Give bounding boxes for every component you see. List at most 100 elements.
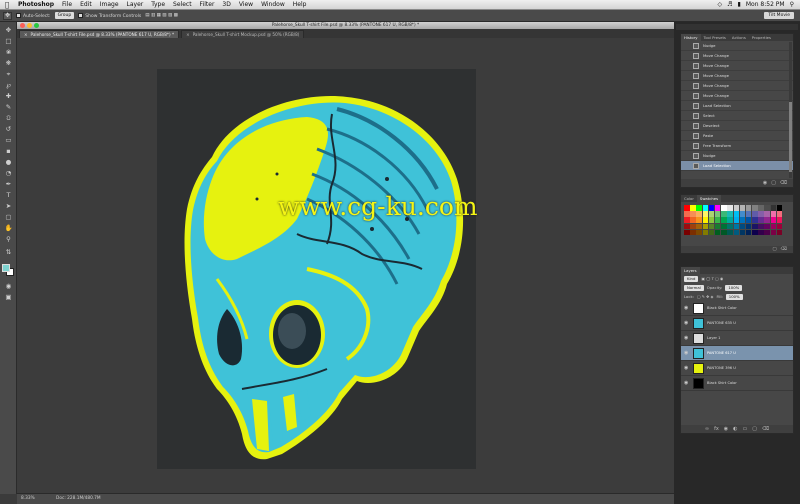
menu-image[interactable]: Image	[96, 0, 123, 10]
eyedropper-tool-icon[interactable]: ℘	[3, 81, 14, 89]
layer-name[interactable]: Black Shirt Color	[707, 306, 737, 310]
quick-select-tool-icon[interactable]: ❋	[3, 59, 14, 67]
fill-field[interactable]: 100%	[725, 293, 743, 300]
align-icons[interactable]: ▤ ▥ ▦ ▧ ▨ ▩	[145, 13, 178, 18]
color-swatch[interactable]	[727, 229, 733, 236]
layer-thumbnail[interactable]	[693, 318, 704, 329]
tab-skull-mockup[interactable]: × Palehorse_Skull T-shirt Mockup.psd @ 50…	[181, 30, 305, 38]
brush-tool-icon[interactable]: ✎	[3, 103, 14, 111]
color-swatch[interactable]	[696, 205, 702, 211]
color-swatch[interactable]	[770, 205, 777, 211]
wifi-icon[interactable]: ◇	[718, 1, 723, 8]
lasso-tool-icon[interactable]: ❀	[3, 48, 14, 56]
color-swatch[interactable]	[708, 217, 715, 223]
color-swatch[interactable]	[739, 223, 746, 230]
crop-tool-icon[interactable]: ⌖	[3, 70, 14, 78]
history-item[interactable]: Load Selection	[681, 101, 793, 111]
color-swatch[interactable]	[721, 223, 727, 230]
color-swatch[interactable]	[702, 217, 709, 223]
menu-3d[interactable]: 3D	[218, 0, 234, 10]
history-brush-tool-icon[interactable]: ↺	[3, 125, 14, 133]
color-swatch[interactable]	[745, 211, 752, 217]
blur-tool-icon[interactable]: ●	[3, 158, 14, 166]
spotlight-icon[interactable]: ⚲	[790, 1, 794, 8]
doc-size[interactable]: Doc: 228.1M/480.7M	[56, 496, 101, 501]
color-swatch[interactable]	[733, 217, 739, 223]
color-swatch[interactable]	[696, 217, 702, 223]
adjustment-icon[interactable]: ◐	[733, 426, 737, 432]
new-layer-icon[interactable]: ▢	[752, 426, 757, 432]
gradient-tool-icon[interactable]: ▪	[3, 147, 14, 155]
color-swatch[interactable]	[708, 229, 715, 236]
color-swatch[interactable]	[733, 223, 739, 230]
fx-icon[interactable]: fx	[714, 426, 719, 432]
layer-thumbnail[interactable]	[693, 303, 704, 314]
tab-layers[interactable]: Layers	[681, 267, 700, 274]
path-select-tool-icon[interactable]: ➤	[3, 202, 14, 210]
color-swatch[interactable]	[702, 223, 709, 230]
layer-name[interactable]: Black Shirt Color	[707, 381, 737, 385]
layer-row[interactable]: ◉ PANTONE 617 U	[681, 346, 793, 361]
color-swatch[interactable]	[739, 217, 746, 223]
history-item[interactable]: Load Selection	[681, 161, 793, 171]
menu-filter[interactable]: Filter	[196, 0, 219, 10]
color-swatch[interactable]	[727, 217, 733, 223]
move-tool-icon[interactable]: ✥	[3, 26, 14, 34]
tab-color[interactable]: Color	[681, 195, 697, 202]
color-swatch[interactable]	[752, 223, 758, 230]
close-tab-icon[interactable]: ×	[186, 32, 190, 37]
apple-icon[interactable]: 	[0, 1, 14, 9]
history-item[interactable]: Nudge	[681, 41, 793, 51]
minimize-window-icon[interactable]	[27, 23, 32, 28]
visibility-eye-icon[interactable]: ◉	[684, 336, 688, 341]
visibility-eye-icon[interactable]: ◉	[684, 381, 688, 386]
color-swatch[interactable]	[708, 205, 715, 211]
color-swatch[interactable]	[727, 223, 733, 230]
color-swatch[interactable]	[776, 229, 783, 236]
color-swatch[interactable]	[721, 229, 727, 236]
color-swatch[interactable]	[770, 217, 777, 223]
color-swatch[interactable]	[727, 211, 733, 217]
trash-icon[interactable]: ⌫	[762, 426, 769, 432]
new-document-icon[interactable]: ▢	[771, 180, 776, 186]
history-item[interactable]: Select	[681, 111, 793, 121]
history-item[interactable]: Paste	[681, 131, 793, 141]
menu-help[interactable]: Help	[289, 0, 311, 10]
color-swatch[interactable]	[739, 205, 746, 211]
menu-clock[interactable]: Mon 8:52 PM	[746, 1, 785, 8]
shape-tool-icon[interactable]: ▢	[3, 213, 14, 221]
battery-icon[interactable]: ▮	[738, 1, 741, 8]
color-swatch[interactable]	[739, 211, 746, 217]
screen-mode-icon[interactable]: ▣	[3, 293, 14, 301]
tab-tool-presets[interactable]: Tool Presets	[701, 34, 729, 41]
auto-select-checkbox[interactable]: Auto-Select:	[16, 12, 51, 19]
scroll-thumb[interactable]	[789, 102, 792, 172]
color-swatch[interactable]	[745, 229, 752, 236]
color-swatch[interactable]	[714, 211, 721, 217]
color-swatch[interactable]	[758, 211, 764, 217]
color-swatch[interactable]	[696, 211, 702, 217]
lock-icons[interactable]: ▢ ✎ ✥ ◈	[697, 294, 714, 299]
color-swatch[interactable]	[708, 211, 715, 217]
layer-thumbnail[interactable]	[693, 363, 704, 374]
color-swatch[interactable]	[696, 229, 702, 236]
color-swatch[interactable]	[684, 211, 690, 217]
tab-properties[interactable]: Properties	[749, 34, 774, 41]
dock-collapse-bar[interactable]	[676, 24, 798, 30]
color-swatch[interactable]	[752, 217, 758, 223]
new-swatch-icon[interactable]: ▢	[772, 247, 776, 252]
history-item[interactable]: Move Change	[681, 61, 793, 71]
trash-icon[interactable]: ⌫	[781, 247, 787, 252]
color-swatch[interactable]	[764, 211, 770, 217]
link-icon[interactable]: ∞	[705, 426, 709, 432]
artboard[interactable]	[157, 69, 476, 469]
color-swatch[interactable]	[745, 217, 752, 223]
color-swatch[interactable]	[739, 229, 746, 236]
color-swatch[interactable]	[776, 223, 783, 230]
move-tool-icon[interactable]: ✥	[3, 11, 12, 20]
menu-select[interactable]: Select	[169, 0, 196, 10]
canvas-area[interactable]	[17, 38, 674, 493]
color-swatch[interactable]	[696, 223, 702, 230]
history-item[interactable]: Move Change	[681, 91, 793, 101]
color-swatch[interactable]	[690, 205, 696, 211]
